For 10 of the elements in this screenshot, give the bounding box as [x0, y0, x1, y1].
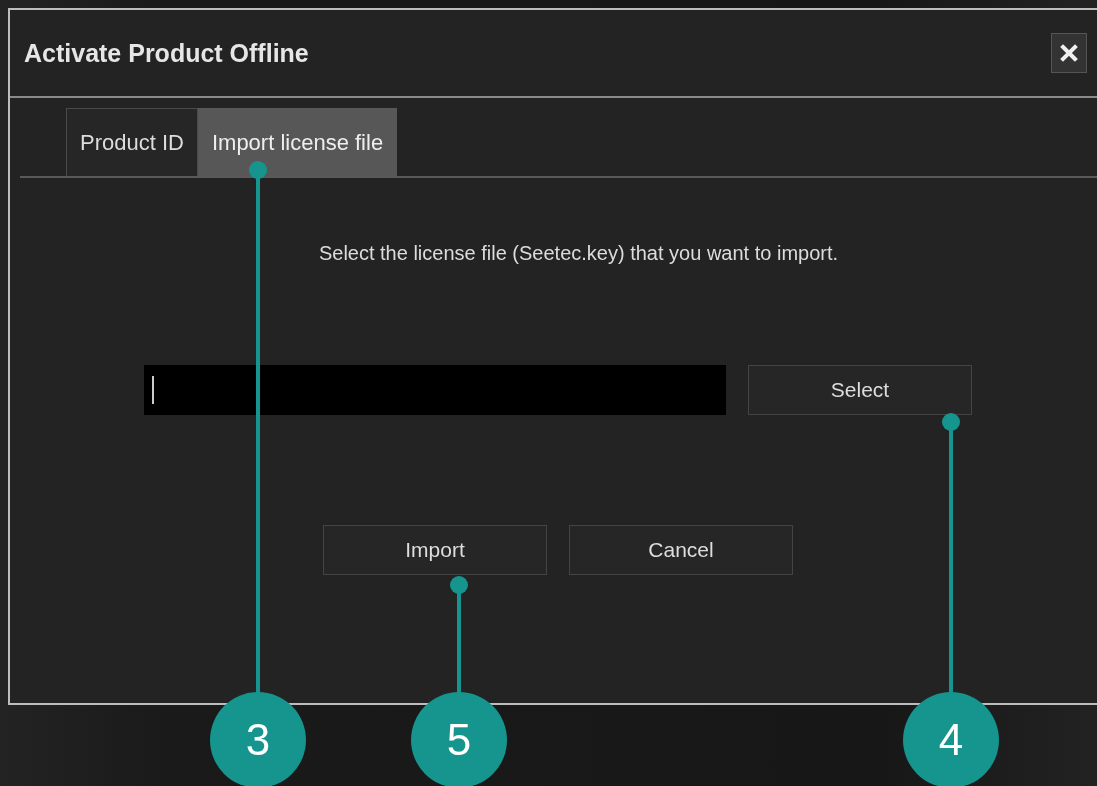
- tab[interactable]: Product ID: [66, 108, 198, 176]
- select-button[interactable]: Select: [748, 365, 972, 415]
- close-icon: [1060, 44, 1078, 62]
- close-button[interactable]: [1051, 33, 1087, 73]
- file-path-field[interactable]: [144, 365, 726, 415]
- dialog-title: Activate Product Offline: [24, 38, 309, 68]
- tab[interactable]: Import license file: [197, 108, 398, 176]
- cancel-button[interactable]: Cancel: [569, 525, 793, 575]
- import-button[interactable]: Import: [323, 525, 547, 575]
- instruction-text: Select the license file (Seetec.key) that you want to import.: [317, 242, 840, 265]
